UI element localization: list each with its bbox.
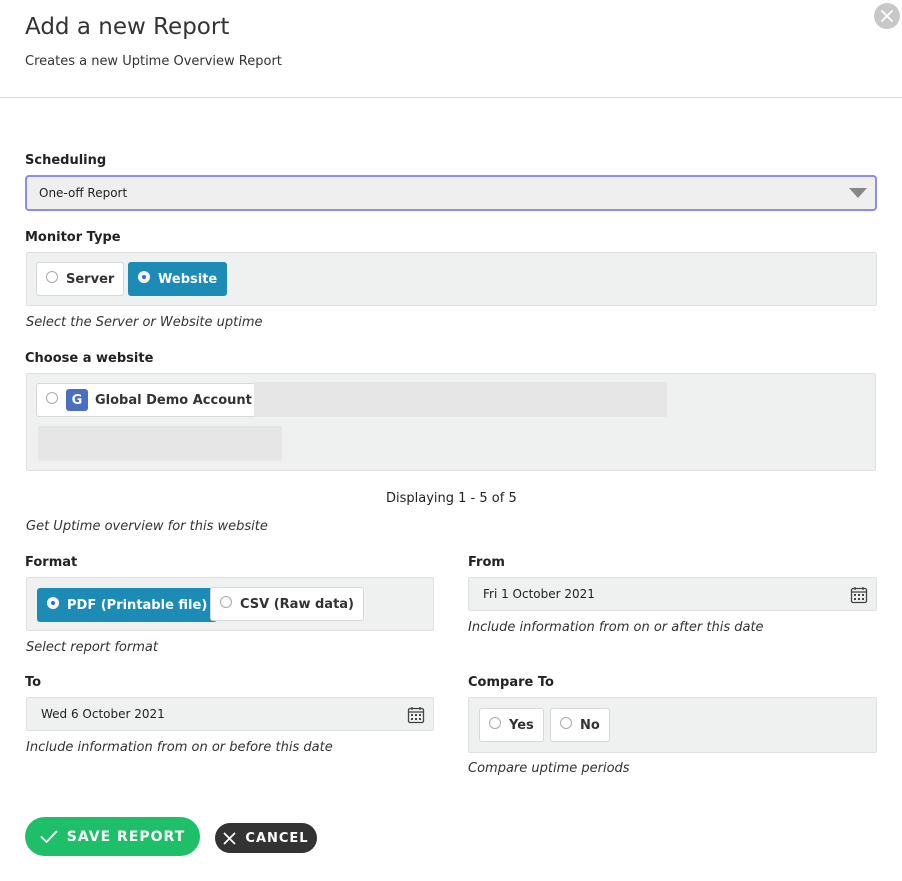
to-label: To: [25, 675, 42, 690]
radio-icon: [560, 717, 572, 729]
from-help: Include information from on or after thi…: [468, 620, 764, 635]
monitor-type-group: Server Website: [26, 252, 877, 306]
scheduling-selected-value: One-off Report: [39, 186, 128, 200]
save-report-button[interactable]: SAVE REPORT: [25, 817, 200, 856]
format-csv-radio[interactable]: CSV (Raw data): [210, 587, 364, 621]
x-icon: [224, 832, 236, 844]
monitor-type-option-label: Server: [66, 271, 115, 287]
from-label: From: [468, 555, 505, 570]
close-icon: [881, 10, 893, 22]
cancel-button[interactable]: CANCEL: [215, 823, 317, 853]
radio-selected-icon: [138, 271, 150, 283]
format-label: Format: [25, 555, 78, 570]
format-option-label: PDF (Printable file): [67, 597, 208, 613]
monitor-type-help: Select the Server or Website uptime: [26, 315, 263, 330]
close-button[interactable]: [874, 3, 900, 29]
website-label: Choose a website: [25, 351, 154, 366]
format-help: Select report format: [26, 640, 158, 655]
scheduling-label: Scheduling: [25, 153, 107, 168]
header-divider: [0, 97, 902, 98]
radio-icon: [46, 271, 58, 283]
scheduling-select[interactable]: One-off Report: [25, 175, 877, 211]
modal-subtitle: Creates a new Uptime Overview Report: [25, 54, 282, 69]
calendar-icon[interactable]: [407, 706, 425, 724]
from-date-value: Fri 1 October 2021: [483, 587, 595, 601]
compare-group: Yes No: [468, 697, 877, 753]
to-help: Include information from on or before th…: [26, 740, 333, 755]
save-report-label: SAVE REPORT: [66, 828, 186, 845]
radio-icon: [220, 596, 232, 608]
monitor-type-label: Monitor Type: [25, 230, 121, 245]
chevron-down-icon: [849, 188, 867, 198]
radio-icon: [489, 717, 501, 729]
loading-placeholder: [38, 426, 282, 461]
compare-option-label: No: [580, 717, 600, 733]
monitor-type-server-radio[interactable]: Server: [36, 262, 125, 296]
compare-option-label: Yes: [509, 717, 534, 733]
loading-placeholder: [254, 382, 667, 417]
monitor-type-option-label: Website: [158, 271, 218, 287]
monitor-type-website-radio[interactable]: Website: [128, 262, 228, 296]
format-group: PDF (Printable file) CSV (Raw data): [26, 577, 434, 631]
from-date-input[interactable]: Fri 1 October 2021: [468, 577, 877, 611]
website-help: Get Uptime overview for this website: [26, 519, 268, 534]
to-date-value: Wed 6 October 2021: [41, 707, 165, 721]
avatar: G: [66, 389, 88, 411]
pagination-info: Displaying 1 - 5 of 5: [386, 491, 517, 506]
check-icon: [40, 830, 58, 843]
website-option-global-demo[interactable]: G Global Demo Account: [36, 383, 262, 417]
radio-icon: [46, 392, 58, 404]
to-date-input[interactable]: Wed 6 October 2021: [26, 697, 434, 731]
compare-label: Compare To: [468, 675, 554, 690]
website-list: G Global Demo Account: [26, 373, 876, 471]
modal-title: Add a new Report: [25, 14, 230, 40]
format-option-label: CSV (Raw data): [240, 596, 354, 612]
compare-no-radio[interactable]: No: [550, 708, 610, 742]
compare-help: Compare uptime periods: [468, 761, 630, 776]
compare-yes-radio[interactable]: Yes: [479, 708, 544, 742]
calendar-icon[interactable]: [850, 586, 868, 604]
website-option-label: Global Demo Account: [95, 392, 252, 408]
cancel-label: CANCEL: [245, 830, 309, 846]
radio-selected-icon: [47, 597, 59, 609]
format-pdf-radio[interactable]: PDF (Printable file): [37, 588, 218, 622]
